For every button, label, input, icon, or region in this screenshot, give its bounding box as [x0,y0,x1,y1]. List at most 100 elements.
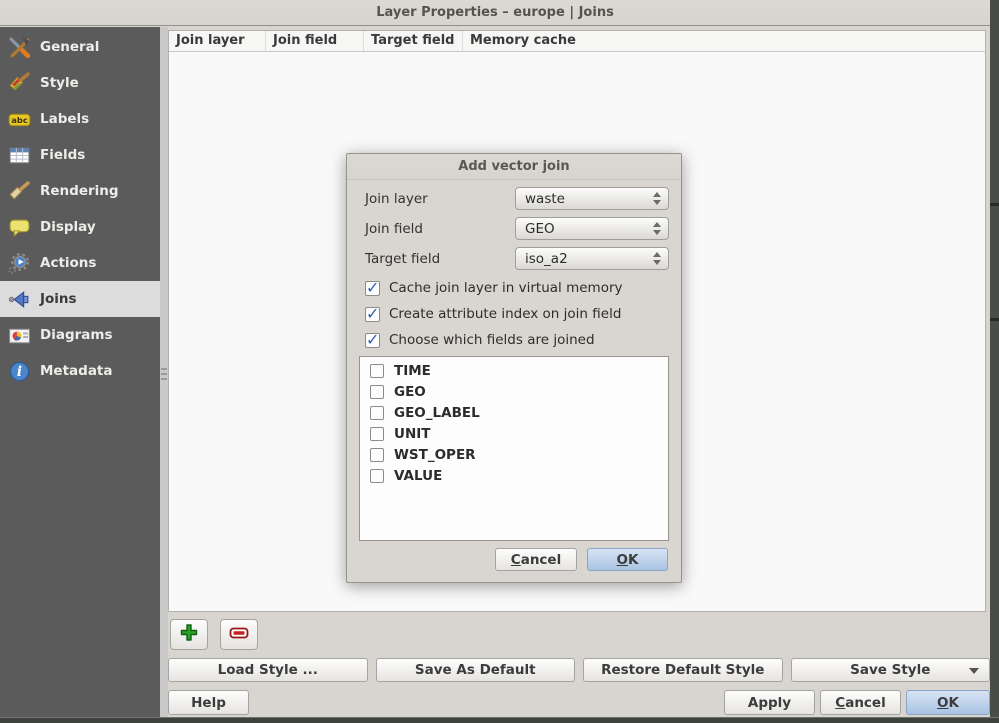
spin-down-icon[interactable] [653,230,661,235]
window-title: Layer Properties – europe | Joins [376,5,614,20]
target-field-value: iso_a2 [525,251,653,267]
sidebar-item-fields[interactable]: Fields [0,137,160,173]
table-icon [7,143,31,167]
add-join-button[interactable] [170,619,208,650]
cancel-button[interactable]: Cancel [820,690,901,715]
field-checkbox[interactable] [370,385,384,399]
join-layer-value: waste [525,191,653,207]
sidebar-item-rendering[interactable]: Rendering [0,173,160,209]
column-header-target-field[interactable]: Target field [364,31,463,51]
sidebar-item-label: Rendering [40,183,119,199]
svg-text:i: i [16,364,21,380]
button-spacer [254,690,719,715]
sidebar-item-labels[interactable]: abc Labels [0,101,160,137]
minus-icon [227,624,251,645]
paint-roller-icon [7,179,31,203]
column-header-join-field[interactable]: Join field [266,31,364,51]
column-header-memory-cache[interactable]: Memory cache [463,31,985,51]
joined-fields-list: TIME GEO GEO_LABEL UNIT WST_OPER VALUE [359,356,669,541]
field-checkbox[interactable] [370,448,384,462]
sidebar-item-label: Display [40,219,96,235]
sidebar-item-label: Actions [40,255,96,271]
window-titlebar[interactable]: Layer Properties – europe | Joins [0,0,990,26]
target-field-label: Target field [365,251,515,267]
sidebar-item-label: Fields [40,147,85,163]
spinner [653,192,661,205]
list-item-wst-oper[interactable]: WST_OPER [360,444,668,465]
join-layer-combo[interactable]: waste [515,187,669,210]
spin-up-icon[interactable] [653,252,661,257]
joins-table-header: Join layer Join field Target field Memor… [169,31,985,52]
info-icon: i [7,359,31,383]
sidebar-item-display[interactable]: Display [0,209,160,245]
spinner [653,252,661,265]
spin-up-icon[interactable] [653,192,661,197]
cache-join-label: Cache join layer in virtual memory [389,280,623,296]
sidebar-item-joins[interactable]: Joins [0,281,160,317]
abc-tag-icon: abc [7,107,31,131]
speech-bubble-icon [7,215,31,239]
sidebar-item-label: Diagrams [40,327,112,343]
load-style-button[interactable]: Load Style ... [168,658,368,682]
remove-join-button[interactable] [220,619,258,650]
dialog-titlebar[interactable]: Add vector join [347,154,681,180]
dropdown-arrow-icon [969,668,979,674]
join-layer-label: Join layer [365,191,515,207]
join-field-label: Join field [365,221,515,237]
sidebar-item-general[interactable]: General [0,29,160,65]
spin-up-icon[interactable] [653,222,661,227]
edge-mark [990,318,999,321]
spin-down-icon[interactable] [653,260,661,265]
save-as-default-button[interactable]: Save As Default [376,658,576,682]
sidebar-item-style[interactable]: Style [0,65,160,101]
sidebar-item-label: Style [40,75,79,91]
join-field-combo[interactable]: GEO [515,217,669,240]
sidebar-item-label: General [40,39,99,55]
spin-down-icon[interactable] [653,200,661,205]
sidebar-item-diagrams[interactable]: Diagrams [0,317,160,353]
chart-icon [7,323,31,347]
join-field-value: GEO [525,221,653,237]
window-bottom-edge [0,717,999,723]
list-item-time[interactable]: TIME [360,360,668,381]
choose-fields-checkbox[interactable] [365,333,380,348]
dialog-cancel-button[interactable]: Cancel [495,548,577,571]
join-arrow-icon [7,287,31,311]
field-checkbox[interactable] [370,469,384,483]
help-button[interactable]: Help [168,690,249,715]
add-vector-join-dialog: Add vector join Join layer waste Join fi… [346,153,682,583]
paintbrush-icon [7,71,31,95]
save-style-button[interactable]: Save Style [791,658,991,682]
splitter-grip-icon [161,365,167,383]
window-right-edge [990,0,999,723]
restore-default-style-button[interactable]: Restore Default Style [583,658,783,682]
field-checkbox[interactable] [370,364,384,378]
list-item-geo[interactable]: GEO [360,381,668,402]
sidebar-item-metadata[interactable]: i Metadata [0,353,160,389]
apply-button[interactable]: Apply [724,690,815,715]
dialog-ok-button[interactable]: OK [587,548,668,571]
list-item-value[interactable]: VALUE [360,465,668,486]
sidebar-item-actions[interactable]: Actions [0,245,160,281]
sidebar: General Style abc [0,27,160,717]
sidebar-item-label: Metadata [40,363,113,379]
attribute-index-checkbox[interactable] [365,307,380,322]
field-checkbox[interactable] [370,406,384,420]
dialog-title: Add vector join [458,159,569,174]
tools-icon [7,35,31,59]
plus-icon [178,623,200,646]
cache-join-checkbox[interactable] [365,281,380,296]
svg-text:abc: abc [11,115,28,125]
edge-mark [990,203,999,206]
list-item-unit[interactable]: UNIT [360,423,668,444]
ok-button[interactable]: OK [906,690,990,715]
spinner [653,222,661,235]
sidebar-splitter[interactable] [160,27,168,717]
sidebar-item-label: Joins [40,291,77,307]
sidebar-item-label: Labels [40,111,89,127]
column-header-join-layer[interactable]: Join layer [169,31,266,51]
target-field-combo[interactable]: iso_a2 [515,247,669,270]
list-item-geo-label[interactable]: GEO_LABEL [360,402,668,423]
gear-action-icon [7,251,31,275]
field-checkbox[interactable] [370,427,384,441]
